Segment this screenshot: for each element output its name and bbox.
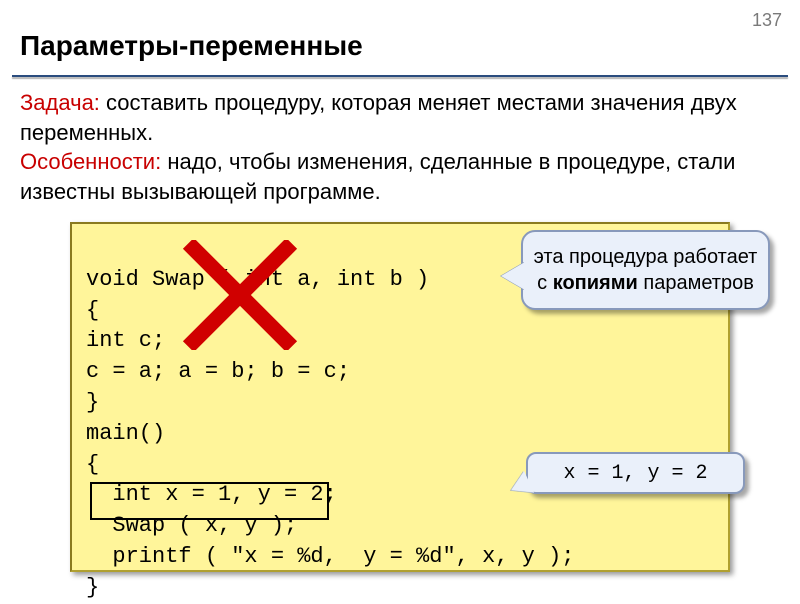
code-line: printf ( "x = %d, y = %d", x, y ); (86, 544, 574, 569)
code-line: main() (86, 421, 165, 446)
body-text: Задача: составить процедуру, которая мен… (20, 88, 780, 207)
code-line: void Swap ( int a, int b ) (86, 267, 429, 292)
title-divider (12, 75, 788, 77)
slide-title: Параметры-переменные (20, 30, 363, 62)
task-text: составить процедуру, которая меняет мест… (20, 90, 737, 145)
code-line: int x = 1, y = 2; (86, 482, 337, 507)
code-line: int c; (86, 328, 165, 353)
code-line: } (86, 575, 99, 600)
page-number: 137 (752, 10, 782, 31)
code-line: { (86, 298, 99, 323)
code-line: { (86, 452, 99, 477)
callout-bold: копиями (553, 272, 638, 294)
code-line: } (86, 390, 99, 415)
code-line: c = a; a = b; b = c; (86, 359, 350, 384)
result-badge: x = 1, y = 2 (526, 452, 745, 494)
callout-tail-icon (501, 262, 525, 290)
callout-bubble: эта процедура работает с копиями парамет… (521, 230, 770, 310)
slide: 137 Параметры-переменные Задача: состави… (0, 0, 800, 600)
task-label: Задача: (20, 90, 100, 115)
features-label: Особенности: (20, 149, 161, 174)
code-line: Swap ( x, y ); (86, 513, 297, 538)
result-text: x = 1, y = 2 (563, 462, 707, 485)
callout-text-3: параметров (643, 272, 753, 294)
